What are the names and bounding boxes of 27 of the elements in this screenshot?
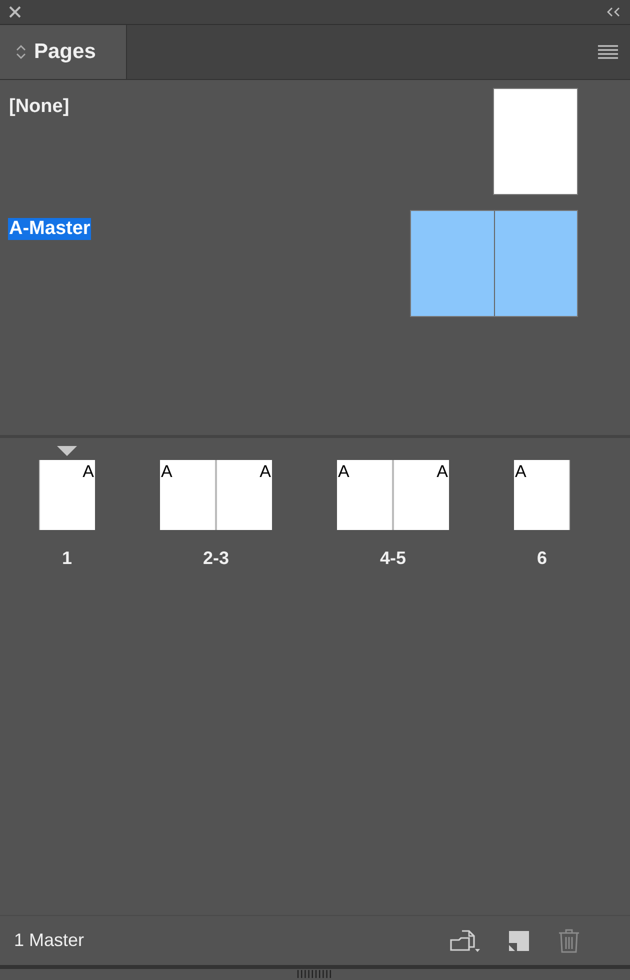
page-number: 2-3 — [202, 547, 229, 570]
page-number: 4-5 — [380, 547, 406, 570]
master-letter: A — [338, 463, 350, 480]
menu-icon[interactable] — [598, 45, 618, 59]
pages-icon — [450, 928, 480, 952]
page-number: 1 — [62, 547, 72, 570]
tab-label: Pages — [34, 39, 96, 66]
collapse-icon[interactable] — [606, 7, 622, 17]
master-count: 1 Master — [14, 929, 84, 952]
new-page-icon — [508, 930, 530, 952]
page-number: 6 — [536, 547, 547, 570]
master-letter: A — [436, 463, 448, 480]
master-letter: A — [260, 463, 271, 480]
master-letter: A — [161, 463, 172, 480]
master-letter: A — [515, 463, 526, 480]
sort-icon — [16, 44, 26, 60]
page-spread[interactable]: A — [39, 460, 95, 530]
master-thumbnail[interactable] — [410, 210, 578, 317]
master-letter: A — [82, 463, 94, 480]
resize-grip-icon[interactable] — [296, 970, 334, 978]
master-name[interactable]: [None] — [8, 96, 70, 118]
pages-tab[interactable]: Pages — [0, 25, 127, 79]
close-icon[interactable] — [8, 5, 22, 19]
trash-icon — [558, 928, 580, 952]
master-thumbnail[interactable] — [493, 88, 578, 195]
master-name[interactable]: A-Master — [8, 218, 92, 240]
page-spread[interactable]: A — [514, 460, 570, 530]
